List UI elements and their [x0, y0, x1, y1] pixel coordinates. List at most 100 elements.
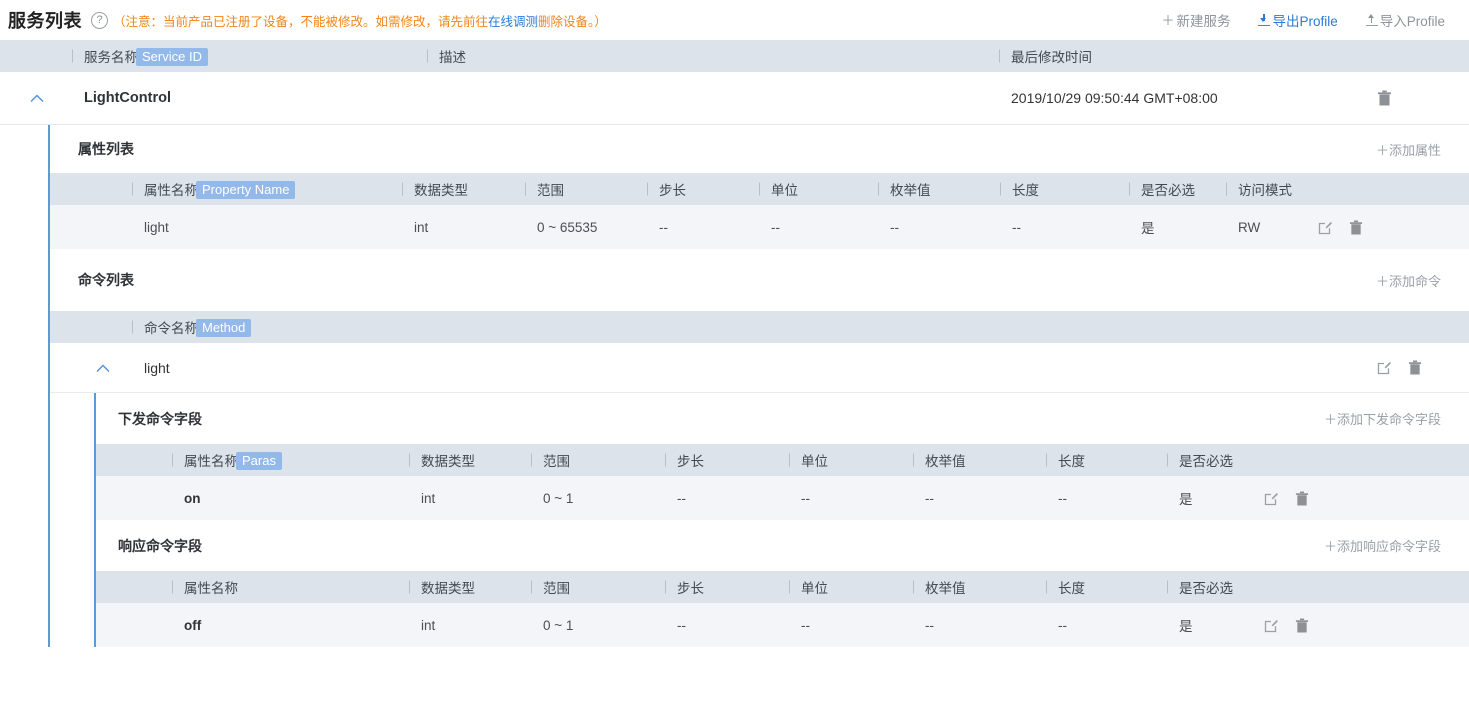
response-section-header: 响应命令字段 ＋添加响应命令字段	[96, 520, 1469, 571]
col-step: 步长	[665, 577, 789, 597]
col-enum: 枚举值	[913, 577, 1046, 597]
trash-icon[interactable]	[1349, 220, 1363, 235]
col-length: 长度	[1046, 577, 1167, 597]
col-step: 步长	[665, 450, 789, 470]
col-last-modified: 最后修改时间	[999, 46, 1469, 66]
trash-icon[interactable]	[1295, 491, 1309, 506]
import-profile-label: 导入Profile	[1379, 14, 1445, 29]
download-icon	[1258, 14, 1271, 26]
property-range: 0 ~ 65535	[537, 219, 598, 235]
property-data-type: int	[414, 219, 429, 235]
request-table-header: 属性名称 Paras 数据类型 范围 步长 单位 枚举值 长度 是否必选	[96, 444, 1469, 476]
property-name-badge: Property Name	[196, 181, 296, 199]
service-table-header: 服务名称 Service ID 描述 最后修改时间	[0, 40, 1469, 72]
col-unit: 单位	[789, 450, 913, 470]
col-property-name: 属性名称 Property Name	[132, 179, 402, 199]
property-enum: --	[890, 219, 899, 235]
table-row: off int 0 ~ 1 -- -- -- -- 是	[96, 603, 1469, 647]
col-range: 范围	[531, 450, 665, 470]
service-row[interactable]: LightControl 2019/10/29 09:50:44 GMT+08:…	[0, 72, 1469, 125]
col-range: 范围	[531, 577, 665, 597]
response-section-title: 响应命令字段	[118, 537, 202, 554]
col-required: 是否必选	[1167, 577, 1469, 597]
page-header: 服务列表 ? （注意：当前产品已注册了设备，不能被修改。如需修改，请先前往在线调…	[0, 0, 1469, 40]
service-name: LightControl	[84, 90, 171, 106]
trash-icon[interactable]	[1408, 360, 1422, 375]
new-service-label: 新建服务	[1176, 14, 1231, 29]
col-range: 范围	[525, 179, 647, 199]
response-range: 0 ~ 1	[543, 617, 574, 633]
chevron-up-icon[interactable]	[30, 91, 44, 106]
command-row[interactable]: light	[50, 343, 1469, 393]
note-suffix: 删除设备。）	[538, 14, 607, 29]
property-name: light	[144, 219, 169, 235]
service-id-badge: Service ID	[136, 48, 208, 66]
col-data-type: 数据类型	[402, 179, 525, 199]
request-actions	[1264, 491, 1469, 506]
question-circle-icon[interactable]: ?	[91, 11, 108, 29]
import-profile-button[interactable]: 导入Profile	[1365, 10, 1445, 30]
col-data-type: 数据类型	[409, 577, 531, 597]
response-data-type: int	[421, 617, 436, 633]
col-enum: 枚举值	[878, 179, 1000, 199]
request-section-title: 下发命令字段	[118, 410, 202, 427]
response-length: --	[1058, 617, 1067, 633]
trash-icon[interactable]	[1377, 90, 1392, 106]
online-debug-link[interactable]: 在线调测	[488, 15, 538, 29]
command-section-header: 命令列表 ＋添加命令	[50, 249, 1469, 311]
upload-icon	[1365, 14, 1378, 26]
property-access-mode: RW	[1238, 219, 1261, 235]
col-step: 步长	[647, 179, 759, 199]
command-expand-cell[interactable]	[78, 360, 132, 376]
response-unit: --	[801, 617, 810, 633]
property-section-title: 属性列表	[78, 141, 134, 157]
chevron-up-icon[interactable]	[96, 361, 110, 376]
property-required: 是	[1141, 221, 1155, 236]
page-note: （注意：当前产品已注册了设备，不能被修改。如需修改，请先前往在线调测删除设备。）	[113, 11, 607, 30]
command-table-header: 命令名称 Method	[50, 311, 1469, 343]
col-required: 是否必选	[1129, 179, 1226, 199]
request-range: 0 ~ 1	[543, 490, 574, 506]
response-required: 是	[1179, 619, 1193, 634]
edit-icon[interactable]	[1377, 360, 1392, 375]
command-section-title: 命令列表	[78, 272, 134, 288]
request-unit: --	[801, 490, 810, 506]
add-command-button[interactable]: ＋添加命令	[1376, 271, 1441, 290]
export-profile-label: 导出Profile	[1272, 14, 1338, 29]
response-field-name: off	[184, 617, 202, 633]
response-table-header: 属性名称 数据类型 范围 步长 单位 枚举值 长度 是否必选	[96, 571, 1469, 603]
service-last-modified: 2019/10/29 09:50:44 GMT+08:00	[1011, 90, 1218, 106]
request-required: 是	[1179, 492, 1193, 507]
new-service-button[interactable]: ＋ 新建服务	[1161, 10, 1230, 30]
request-section-header: 下发命令字段 ＋添加下发命令字段	[96, 393, 1469, 444]
edit-icon[interactable]	[1264, 618, 1279, 633]
response-step: --	[677, 617, 686, 633]
edit-icon[interactable]	[1264, 491, 1279, 506]
add-property-button[interactable]: ＋添加属性	[1376, 140, 1441, 159]
command-name: light	[144, 359, 170, 376]
plus-icon: ＋	[1161, 12, 1175, 28]
col-property-name-label: 属性名称	[144, 183, 198, 198]
property-unit: --	[771, 219, 780, 235]
col-service-name: 服务名称 Service ID	[72, 46, 427, 66]
command-body: 下发命令字段 ＋添加下发命令字段 属性名称 Paras 数据类型 范围 步长 单位…	[94, 393, 1469, 647]
col-data-type: 数据类型	[409, 450, 531, 470]
table-row: light int 0 ~ 65535 -- -- -- -- 是 RW	[50, 205, 1469, 249]
trash-icon[interactable]	[1295, 618, 1309, 633]
col-length: 长度	[1046, 450, 1167, 470]
property-table-header: 属性名称 Property Name 数据类型 范围 步长 单位 枚举值 长度 是…	[50, 173, 1469, 205]
request-length: --	[1058, 490, 1067, 506]
col-response-name: 属性名称	[172, 577, 409, 597]
note-prefix: （注意：当前产品已注册了设备，不能被修改。如需修改，请先前往	[113, 14, 489, 29]
response-enum: --	[925, 617, 934, 633]
property-step: --	[659, 219, 668, 235]
edit-icon[interactable]	[1318, 220, 1333, 235]
service-actions	[1377, 90, 1469, 106]
request-enum: --	[925, 490, 934, 506]
service-expand-cell[interactable]	[8, 90, 72, 106]
col-command-name-label: 命令名称	[144, 321, 198, 336]
add-response-field-button[interactable]: ＋添加响应命令字段	[1324, 536, 1441, 555]
export-profile-button[interactable]: 导出Profile	[1258, 10, 1338, 30]
col-length: 长度	[1000, 179, 1129, 199]
add-request-field-button[interactable]: ＋添加下发命令字段	[1324, 409, 1441, 428]
